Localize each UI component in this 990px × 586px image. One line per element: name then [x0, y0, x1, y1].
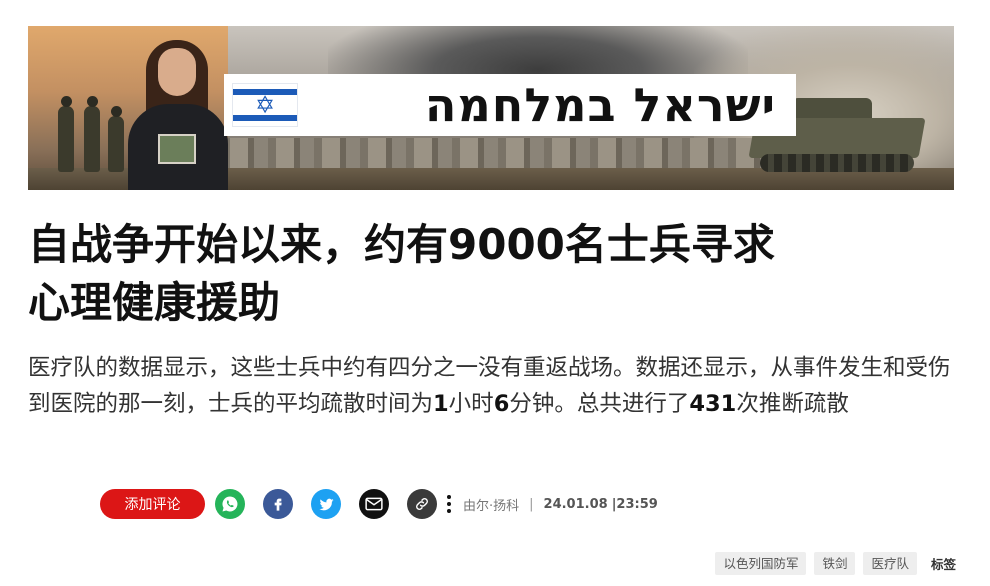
lead-text: 次推断疏散 — [736, 391, 849, 417]
author-name[interactable]: 由尔·扬科 — [463, 495, 519, 514]
soldier-figure — [84, 96, 100, 172]
woman-portrait — [124, 34, 232, 190]
publish-date: 24.01.08 — [543, 496, 608, 512]
whatsapp-icon — [222, 496, 238, 512]
byline-area: 由尔·扬科 | 24.01.08 |23:59 — [407, 487, 658, 521]
email-share-button[interactable] — [359, 489, 389, 519]
tag-chip[interactable]: 医疗队 — [863, 551, 917, 575]
twitter-share-button[interactable] — [311, 489, 341, 519]
star-of-david-icon: ✡ — [254, 91, 276, 119]
headline-line-2: 心理健康援助 — [28, 278, 281, 327]
whatsapp-share-button[interactable] — [215, 489, 245, 519]
tag-chip[interactable]: 以色列国防军 — [715, 551, 807, 575]
twitter-icon — [318, 498, 334, 510]
lead-text: 分钟。总共进行了 — [509, 391, 690, 417]
soldier-figure — [108, 106, 124, 172]
article-headline: 自战争开始以来，约有9000名士兵寻求 心理健康援助 — [28, 216, 928, 332]
israel-flag-icon: ✡ — [232, 83, 298, 127]
more-options-icon[interactable] — [443, 489, 455, 519]
tags-row: 以色列国防军 铁剑 医疗队 标签 — [707, 551, 956, 575]
facebook-icon — [274, 498, 282, 511]
mail-icon — [365, 497, 383, 511]
lead-number: 6 — [493, 391, 510, 417]
hero-banner: ✡ ישראל במלחמה — [28, 26, 954, 190]
lead-number: 1 — [433, 391, 449, 417]
lead-text: 小时 — [448, 391, 494, 417]
add-comment-button[interactable]: 添加评论 — [100, 489, 205, 519]
soldier-figure — [58, 96, 74, 172]
headline-line-1: 自战争开始以来，约有9000名士兵寻求 — [28, 220, 775, 269]
article-lead: 医疗队的数据显示，这些士兵中约有四分之一没有重返战场。数据还显示，从事件发生和受… — [28, 350, 958, 422]
facebook-share-button[interactable] — [263, 489, 293, 519]
tag-chip[interactable]: 铁剑 — [814, 551, 856, 575]
copy-link-button[interactable] — [407, 489, 437, 519]
banner-title-box: ✡ ישראל במלחמה — [224, 74, 796, 136]
tags-label: 标签 — [930, 556, 956, 572]
byline-separator: | — [529, 496, 534, 512]
byline: 由尔·扬科 | 24.01.08 |23:59 — [463, 495, 658, 514]
share-bar: 添加评论 由尔·扬科 | 24.01.08 |23:59 — [100, 487, 658, 521]
link-icon — [416, 498, 428, 510]
banner-title: ישראל במלחמה — [424, 78, 776, 132]
lead-number: 431 — [689, 391, 737, 417]
publish-time: |23:59 — [611, 496, 658, 512]
